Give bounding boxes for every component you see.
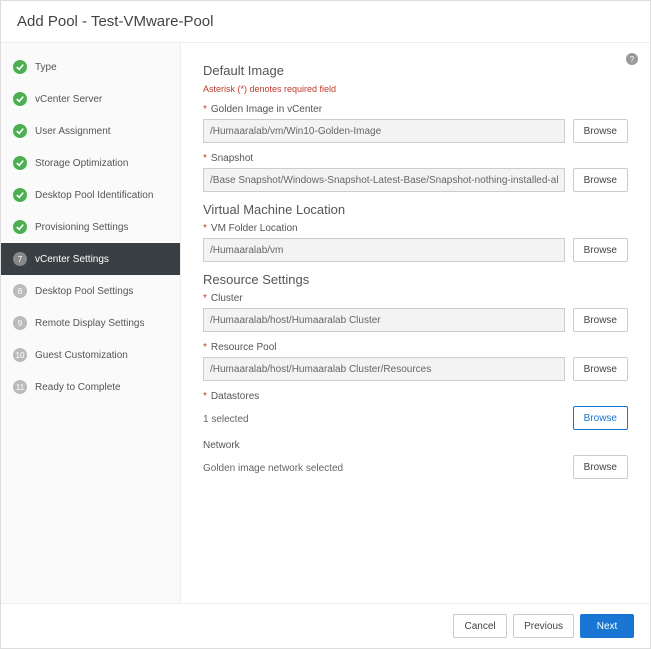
vm-folder-browse-button[interactable]: Browse <box>573 238 628 262</box>
resource-pool-label: *Resource Pool <box>203 342 628 353</box>
cluster-input[interactable] <box>203 308 565 332</box>
modal-title: Add Pool - Test-VMware-Pool <box>17 13 634 30</box>
step-label: Type <box>35 62 57 73</box>
step-label: Guest Customization <box>35 350 128 361</box>
snapshot-label: *Snapshot <box>203 153 628 164</box>
help-icon[interactable]: ? <box>626 53 638 65</box>
step-label: Provisioning Settings <box>35 222 128 233</box>
wizard-step-10[interactable]: 10 Guest Customization <box>1 339 180 371</box>
golden-image-browse-button[interactable]: Browse <box>573 119 628 143</box>
step-number-icon: 8 <box>13 284 27 298</box>
check-icon <box>13 188 27 202</box>
next-button[interactable]: Next <box>580 614 634 638</box>
resource-pool-browse-button[interactable]: Browse <box>573 357 628 381</box>
wizard-content: ? Default Image Asterisk (*) denotes req… <box>181 43 650 603</box>
wizard-steps: Type vCenter Server User Assignment Storage… <box>1 43 181 603</box>
datastores-label: *Datastores <box>203 391 628 402</box>
section-resource-settings: Resource Settings <box>203 272 628 287</box>
network-label: Network <box>203 440 628 451</box>
step-number-icon: 11 <box>13 380 27 394</box>
step-label: Storage Optimization <box>35 158 128 169</box>
resource-pool-input[interactable] <box>203 357 565 381</box>
step-number-icon: 7 <box>13 252 27 266</box>
add-pool-modal: Add Pool - Test-VMware-Pool Type vCenter … <box>0 0 651 649</box>
cluster-label: *Cluster <box>203 293 628 304</box>
wizard-step-4[interactable]: Storage Optimization <box>1 147 180 179</box>
wizard-step-7[interactable]: 7 vCenter Settings <box>1 243 180 275</box>
step-label: User Assignment <box>35 126 111 137</box>
section-default-image: Default Image <box>203 63 628 78</box>
step-label: Desktop Pool Settings <box>35 286 133 297</box>
previous-button[interactable]: Previous <box>513 614 574 638</box>
step-label: vCenter Settings <box>35 254 109 265</box>
modal-footer: Cancel Previous Next <box>1 603 650 648</box>
snapshot-browse-button[interactable]: Browse <box>573 168 628 192</box>
wizard-step-11[interactable]: 11 Ready to Complete <box>1 371 180 403</box>
wizard-step-5[interactable]: Desktop Pool Identification <box>1 179 180 211</box>
network-value: Golden image network selected <box>203 461 565 474</box>
network-browse-button[interactable]: Browse <box>573 455 628 479</box>
step-label: Remote Display Settings <box>35 318 145 329</box>
check-icon <box>13 124 27 138</box>
datastores-browse-button[interactable]: Browse <box>573 406 628 430</box>
wizard-step-1[interactable]: Type <box>1 51 180 83</box>
cancel-button[interactable]: Cancel <box>453 614 507 638</box>
step-label: vCenter Server <box>35 94 102 105</box>
modal-header: Add Pool - Test-VMware-Pool <box>1 1 650 43</box>
wizard-step-8[interactable]: 8 Desktop Pool Settings <box>1 275 180 307</box>
check-icon <box>13 60 27 74</box>
wizard-step-3[interactable]: User Assignment <box>1 115 180 147</box>
vm-folder-input[interactable] <box>203 238 565 262</box>
wizard-step-2[interactable]: vCenter Server <box>1 83 180 115</box>
step-number-icon: 10 <box>13 348 27 362</box>
snapshot-input[interactable] <box>203 168 565 192</box>
section-vm-location: Virtual Machine Location <box>203 202 628 217</box>
step-label: Ready to Complete <box>35 382 121 393</box>
check-icon <box>13 92 27 106</box>
vm-folder-label: *VM Folder Location <box>203 223 628 234</box>
check-icon <box>13 220 27 234</box>
wizard-step-9[interactable]: 9 Remote Display Settings <box>1 307 180 339</box>
datastores-value: 1 selected <box>203 412 565 425</box>
cluster-browse-button[interactable]: Browse <box>573 308 628 332</box>
check-icon <box>13 156 27 170</box>
golden-image-label: *Golden Image in vCenter <box>203 104 628 115</box>
wizard-step-6[interactable]: Provisioning Settings <box>1 211 180 243</box>
step-number-icon: 9 <box>13 316 27 330</box>
required-note: Asterisk (*) denotes required field <box>203 84 628 94</box>
golden-image-input[interactable] <box>203 119 565 143</box>
step-label: Desktop Pool Identification <box>35 190 153 201</box>
